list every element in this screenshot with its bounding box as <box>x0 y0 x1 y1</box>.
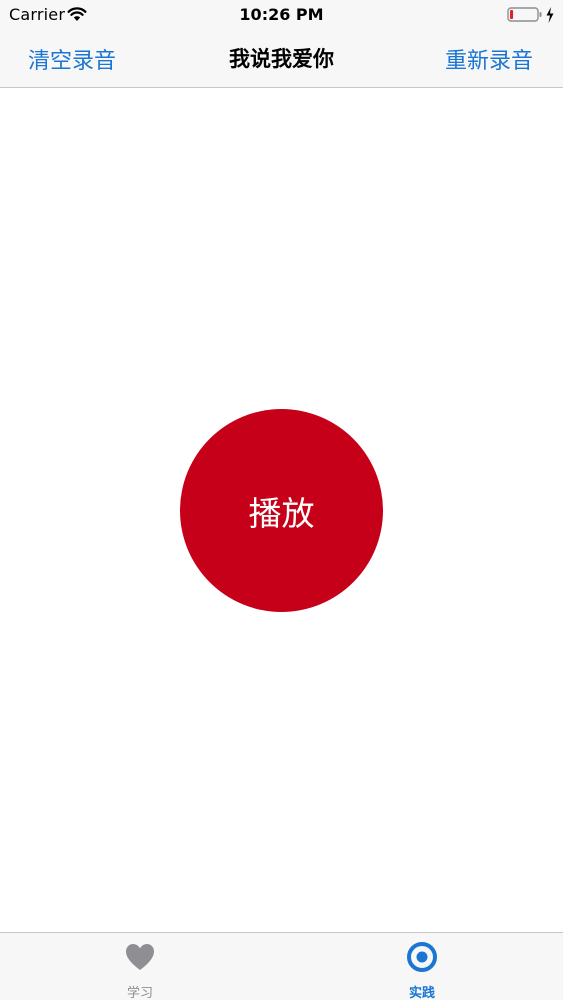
tab-learn-label: 学习 <box>126 986 153 1000</box>
status-bar: Carrier 10:26 PM <box>0 0 563 30</box>
re-record-button[interactable]: 重新录音 <box>445 43 533 75</box>
battery-icon <box>507 7 554 23</box>
tab-bar: 学习 实践 <box>0 932 563 1000</box>
tab-practice-label: 实践 <box>408 986 435 1000</box>
tab-practice[interactable]: 实践 <box>352 933 492 1000</box>
play-button[interactable]: 播放 <box>180 409 383 612</box>
clear-recording-button[interactable]: 清空录音 <box>28 43 116 75</box>
navigation-bar: 清空录音 我说我爱你 重新录音 <box>0 30 563 88</box>
status-time: 10:26 PM <box>239 5 324 24</box>
tab-learn[interactable]: 学习 <box>70 933 210 1000</box>
heart-icon <box>126 944 154 970</box>
screen: Carrier 10:26 PM 清空录音 我说我爱你 重新录音 播放 学习 实… <box>0 0 563 1000</box>
target-icon <box>407 942 437 972</box>
